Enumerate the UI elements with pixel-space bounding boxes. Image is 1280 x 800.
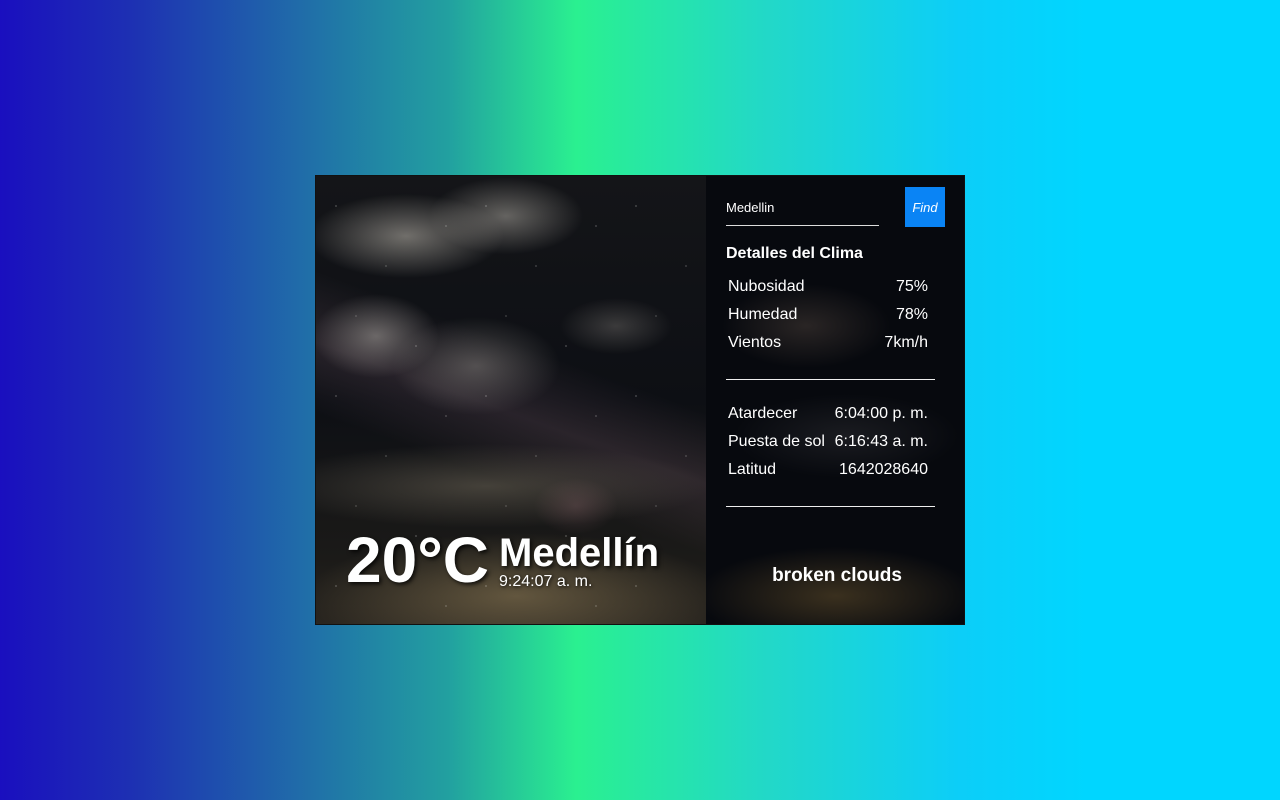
detail-row-clouds: Nubosidad 75%	[728, 276, 928, 304]
detail-value: 1642028640	[839, 461, 928, 478]
city-search-input[interactable]	[726, 190, 879, 226]
detail-value: 6:04:00 p. m.	[834, 405, 928, 422]
weather-description: broken clouds	[772, 565, 902, 586]
detail-value: 75%	[895, 278, 928, 295]
detail-label: Puesta de sol	[728, 433, 825, 450]
detail-row-humidity: Humedad 78%	[728, 304, 928, 332]
detail-row-latitude: Latitud 1642028640	[728, 459, 928, 487]
find-button[interactable]: Find	[905, 187, 945, 227]
details-title: Detalles del Clima	[726, 245, 863, 262]
detail-row-wind: Vientos 7km/h	[728, 332, 928, 360]
detail-row-sunrise: Puesta de sol 6:16:43 a. m.	[728, 431, 928, 459]
detail-row-sunset: Atardecer 6:04:00 p. m.	[728, 403, 928, 431]
current-temperature: 20°C	[346, 524, 489, 596]
current-time: 9:24:07 a. m.	[499, 573, 593, 590]
divider	[726, 379, 935, 380]
details-panel: Find Detalles del Clima Nubosidad 75% Hu…	[706, 176, 964, 624]
detail-value: 7km/h	[884, 334, 928, 351]
details-group-2: Atardecer 6:04:00 p. m. Puesta de sol 6:…	[728, 403, 928, 487]
detail-value: 78%	[895, 306, 928, 323]
detail-label: Latitud	[728, 461, 777, 478]
divider	[726, 506, 935, 507]
detail-label: Atardecer	[728, 405, 798, 422]
weather-card: 20°C Medellín 9:24:07 a. m. Find Detalle…	[315, 175, 965, 625]
detail-label: Humedad	[728, 306, 798, 323]
detail-label: Nubosidad	[728, 278, 805, 295]
details-group-1: Nubosidad 75% Humedad 78% Vientos 7km/h	[728, 276, 928, 360]
detail-label: Vientos	[728, 334, 782, 351]
detail-value: 6:16:43 a. m.	[834, 433, 928, 450]
city-name: Medellín	[499, 531, 660, 575]
